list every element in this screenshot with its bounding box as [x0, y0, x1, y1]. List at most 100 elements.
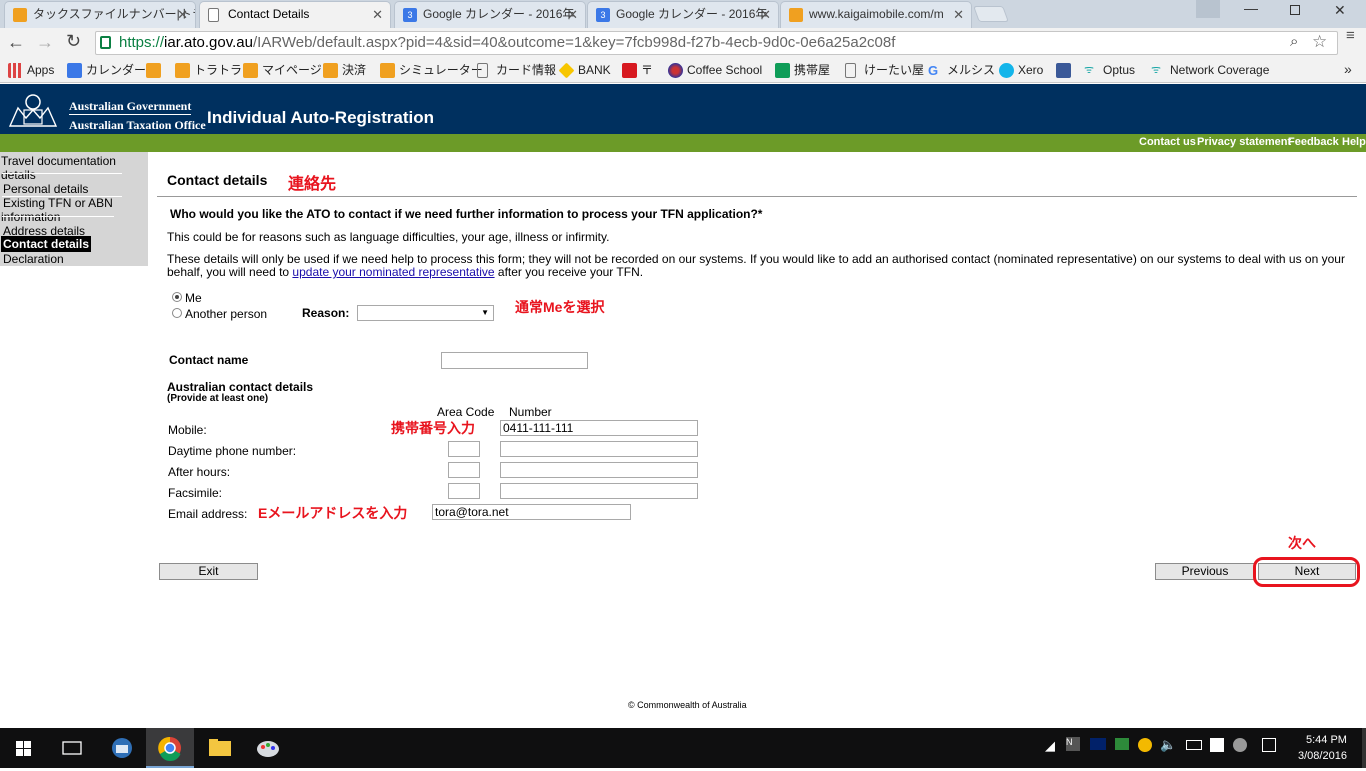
sidebar-item-personal-details[interactable]: Personal details: [3, 182, 88, 196]
daytime-number-input[interactable]: [500, 441, 698, 457]
bookmark-simulator[interactable]: シミュレーター: [380, 62, 483, 78]
bookmark-post[interactable]: 〒: [622, 62, 653, 78]
close-icon[interactable]: ✕: [372, 2, 383, 27]
radio-another-person-label[interactable]: Another person: [185, 307, 267, 321]
bookmark-xero[interactable]: Xero: [999, 62, 1043, 78]
tab-google-calendar-1[interactable]: 3 Google カレンダー - 2016年 ✕: [394, 1, 586, 28]
reload-button[interactable]: ↻: [66, 31, 81, 52]
clock-date[interactable]: 3/08/2016: [1298, 750, 1347, 762]
tab-contact-details[interactable]: Contact Details ✕: [199, 1, 391, 29]
next-highlight-ring: [1253, 557, 1360, 587]
google-icon: G: [928, 63, 939, 78]
sidebar-item-contact-details[interactable]: Contact details: [1, 236, 92, 252]
update-nominated-representative-link[interactable]: update your nominated representative: [292, 265, 494, 279]
page-icon: [845, 63, 856, 78]
close-icon[interactable]: ✕: [760, 2, 771, 27]
bookmark-toratora[interactable]: トラトラ: [175, 62, 242, 78]
tray-notes-icon[interactable]: [1210, 738, 1224, 752]
close-window-button[interactable]: ✕: [1334, 2, 1346, 19]
radio-me[interactable]: [172, 292, 182, 302]
tray-keyboard-icon[interactable]: [1186, 740, 1202, 750]
radio-another-person[interactable]: [172, 308, 182, 318]
tray-flag-icon[interactable]: [1090, 738, 1106, 750]
bookmark-optus[interactable]: ᯤ Optus: [1084, 62, 1135, 78]
tray-download-icon[interactable]: [1115, 738, 1129, 750]
notifications-icon[interactable]: [1362, 728, 1366, 768]
email-input[interactable]: tora@tora.net: [432, 504, 631, 520]
url-text[interactable]: https://iar.ato.gov.au/IARWeb/default.as…: [119, 34, 895, 51]
previous-button[interactable]: Previous: [1155, 563, 1255, 580]
page-icon: [208, 8, 219, 22]
user-icon[interactable]: [1196, 0, 1220, 18]
star-icon[interactable]: ☆: [1312, 32, 1327, 52]
tiger-icon: [13, 8, 27, 22]
chrome-icon[interactable]: [146, 728, 194, 768]
back-button[interactable]: ←: [7, 32, 25, 53]
start-button[interactable]: [0, 728, 48, 768]
number-header: Number: [509, 405, 552, 419]
bookmark-keitaiya-2[interactable]: けーたい屋: [845, 62, 924, 78]
bookmark-calendar[interactable]: カレンダー: [67, 62, 146, 78]
tab-google-calendar-2[interactable]: 3 Google カレンダー - 2016年 ✕: [587, 1, 779, 28]
bookmark-mercis[interactable]: G メルシス: [928, 62, 995, 78]
after-hours-area-code-input[interactable]: [448, 462, 480, 478]
close-icon[interactable]: ✕: [953, 2, 964, 27]
annotation-mobile: 携帯番号入力: [391, 420, 475, 436]
bookmark-coffee-school[interactable]: Coffee School: [668, 62, 762, 78]
tray-close-icon[interactable]: [1233, 738, 1247, 752]
sidebar-item-existing-tfn[interactable]: Existing TFN or ABN information: [1, 196, 121, 224]
tray-app-icon[interactable]: N: [1066, 737, 1080, 751]
tray-ime-icon[interactable]: [1262, 738, 1276, 752]
tab-tax-file-number[interactable]: タックスファイルナンバー|トラト ✕: [4, 1, 196, 28]
sidebar-item-declaration[interactable]: Declaration: [3, 252, 64, 266]
thunderbird-icon[interactable]: [98, 728, 146, 768]
fax-number-input[interactable]: [500, 483, 698, 499]
app-title: Individual Auto-Registration: [207, 108, 434, 127]
optus-icon: ᯤ: [1084, 64, 1095, 76]
more-bookmarks-button[interactable]: »: [1344, 61, 1352, 77]
calendar-icon: 3: [403, 8, 417, 22]
menu-icon[interactable]: ≡: [1346, 28, 1355, 43]
bookmark-apps[interactable]: Apps: [8, 62, 54, 78]
close-icon[interactable]: ✕: [177, 2, 188, 27]
bookmark-payment[interactable]: 決済: [323, 62, 366, 78]
tab-kaigaimobile[interactable]: www.kaigaimobile.com/m ✕: [780, 1, 972, 28]
globe-icon: [668, 63, 683, 78]
close-icon[interactable]: ✕: [567, 2, 578, 27]
paint-icon[interactable]: [244, 728, 292, 768]
minimize-button[interactable]: —: [1244, 1, 1258, 15]
restore-button[interactable]: [1290, 5, 1300, 15]
bookmark-mypage[interactable]: マイページ: [243, 62, 322, 78]
help-link[interactable]: Help: [1342, 136, 1366, 148]
new-tab-button[interactable]: [973, 6, 1009, 22]
tray-wifi-icon[interactable]: ◢: [1045, 738, 1055, 754]
radio-me-label[interactable]: Me: [185, 291, 202, 305]
tray-volume-icon[interactable]: 🔈: [1160, 737, 1176, 753]
bookmark-keitaiya[interactable]: 携帯屋: [775, 62, 830, 78]
annotation-next: 次へ: [1288, 535, 1316, 551]
zoom-icon[interactable]: ⌕: [1290, 33, 1298, 50]
exit-button[interactable]: Exit: [159, 563, 258, 580]
feedback-link[interactable]: Feedback: [1288, 136, 1339, 148]
reason-select[interactable]: ▼: [357, 305, 494, 321]
sidebar-separator: [2, 173, 122, 174]
fax-area-code-input[interactable]: [448, 483, 480, 499]
after-hours-number-input[interactable]: [500, 462, 698, 478]
mobile-number-input[interactable]: 0411-111-111: [500, 420, 698, 436]
contact-us-link[interactable]: Contact us: [1139, 136, 1196, 148]
forward-button[interactable]: →: [36, 32, 54, 53]
privacy-statement-link[interactable]: Privacy statement: [1197, 136, 1291, 148]
clock-time[interactable]: 5:44 PM: [1306, 734, 1347, 746]
tiger-icon: [323, 63, 338, 78]
bookmark-card-info[interactable]: カード情報: [477, 62, 556, 78]
sidebar-item-travel-documentation[interactable]: Travel documentation details: [1, 154, 125, 182]
task-view-button[interactable]: [48, 728, 96, 768]
bookmark-network-coverage[interactable]: ᯤ Network Coverage: [1151, 62, 1269, 78]
heading-rule: [157, 196, 1357, 197]
bookmark-bank[interactable]: BANK: [558, 62, 611, 79]
daytime-area-code-input[interactable]: [448, 441, 480, 457]
contact-name-input[interactable]: [441, 352, 588, 369]
file-explorer-icon[interactable]: [196, 728, 244, 768]
tray-check-icon[interactable]: [1138, 738, 1152, 752]
contact-question: Who would you like the ATO to contact if…: [170, 207, 763, 221]
